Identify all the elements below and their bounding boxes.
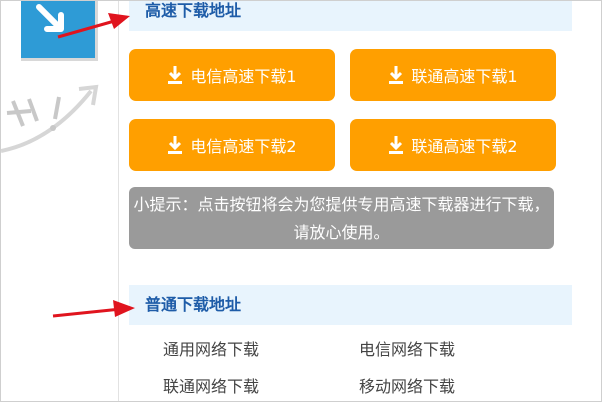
telecom-fast-download-1-button[interactable]: 电信高速下载1: [129, 49, 335, 101]
unicom-fast-download-2-button[interactable]: 联通高速下载2: [350, 119, 556, 171]
handwriting-decoration: [1, 84, 99, 153]
left-panel: [1, 1, 119, 401]
telecom-network-download-link[interactable]: 电信网络下载: [359, 336, 455, 360]
button-label: 联通高速下载1: [411, 67, 518, 86]
download-icon: [388, 65, 404, 85]
mobile-network-download-link[interactable]: 移动网络下载: [359, 373, 455, 397]
annotation-arrow-bottom: [52, 300, 135, 318]
download-icon: [167, 65, 183, 85]
normal-download-title: 普通下载地址: [145, 295, 242, 314]
normal-download-header: 普通下载地址: [129, 285, 572, 325]
annotation-arrow-top: [57, 13, 130, 39]
download-icon: [388, 135, 404, 155]
button-label: 联通高速下载2: [411, 137, 518, 156]
button-label: 电信高速下载2: [190, 137, 297, 156]
button-label: 电信高速下载1: [190, 67, 297, 86]
download-tip: 小提示：点击按钮将会为您提供专用高速下载器进行下载，请放心使用。: [129, 187, 554, 249]
fast-download-header: 高速下载地址: [129, 1, 572, 31]
unicom-fast-download-1-button[interactable]: 联通高速下载1: [350, 49, 556, 101]
download-panel: 高速下载地址 电信高速下载1 联通高速下载1 电信高速下载2 联通高速下载2 小…: [119, 1, 589, 401]
telecom-fast-download-2-button[interactable]: 电信高速下载2: [129, 119, 335, 171]
generic-network-download-link[interactable]: 通用网络下载: [163, 336, 259, 360]
screenshot-frame: 高速下载地址 电信高速下载1 联通高速下载1 电信高速下载2 联通高速下载2 小…: [0, 0, 602, 402]
unicom-network-download-link[interactable]: 联通网络下载: [163, 373, 259, 397]
fast-download-title: 高速下载地址: [145, 1, 242, 20]
download-icon: [167, 135, 183, 155]
